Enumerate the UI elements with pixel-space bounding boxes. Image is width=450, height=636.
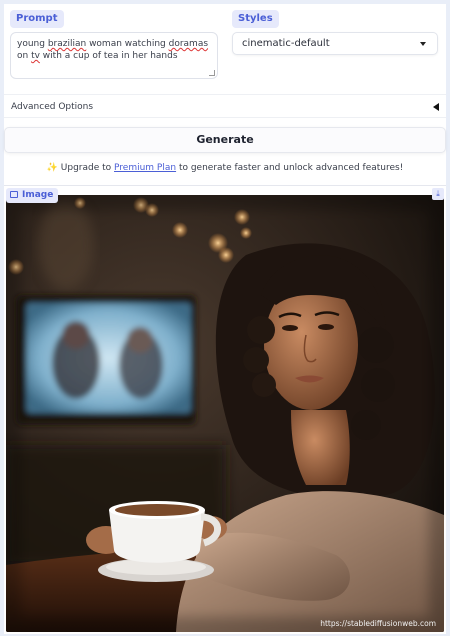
- advanced-options-label: Advanced Options: [11, 102, 94, 112]
- caret-left-icon: [433, 103, 439, 111]
- prompt-label: Prompt: [10, 10, 64, 28]
- prompt-text-3: woman watching: [86, 39, 169, 49]
- premium-plan-link[interactable]: Premium Plan: [114, 163, 176, 173]
- sparkle-icon: ✨: [46, 163, 58, 173]
- styles-label: Styles: [232, 10, 279, 28]
- prompt-text-4: doramas: [168, 39, 209, 49]
- prompt-text-7: with a cup of tea in her hands: [39, 51, 178, 61]
- styles-select[interactable]: cinematic-default: [232, 32, 438, 55]
- prompt-text-1: young: [17, 39, 48, 49]
- image-label-text: Image: [22, 190, 54, 200]
- upgrade-prefix: Upgrade to: [60, 163, 115, 173]
- advanced-options-toggle[interactable]: Advanced Options: [4, 94, 446, 118]
- styles-selected-value: cinematic-default: [242, 38, 330, 49]
- prompt-text-5: on: [17, 51, 32, 61]
- prompt-textarea[interactable]: young brazilian woman watching doramas o…: [10, 32, 218, 79]
- upgrade-suffix: to generate faster and unlock advanced f…: [176, 163, 404, 173]
- prompt-text-2: brazilian: [47, 39, 87, 49]
- generated-photo-illustration: [6, 195, 444, 632]
- upgrade-notice: ✨ Upgrade to Premium Plan to generate fa…: [0, 162, 450, 174]
- image-icon: [10, 191, 18, 198]
- generated-image: https://stablediffusionweb.com: [6, 195, 444, 632]
- generate-button[interactable]: Generate: [4, 127, 446, 153]
- download-icon[interactable]: ⤓: [432, 188, 444, 200]
- chevron-down-icon: [420, 42, 426, 46]
- resize-grip-icon[interactable]: [209, 70, 215, 76]
- prompt-text-6: tv: [31, 51, 40, 61]
- watermark: https://stablediffusionweb.com: [320, 619, 436, 628]
- image-label: Image: [6, 188, 59, 203]
